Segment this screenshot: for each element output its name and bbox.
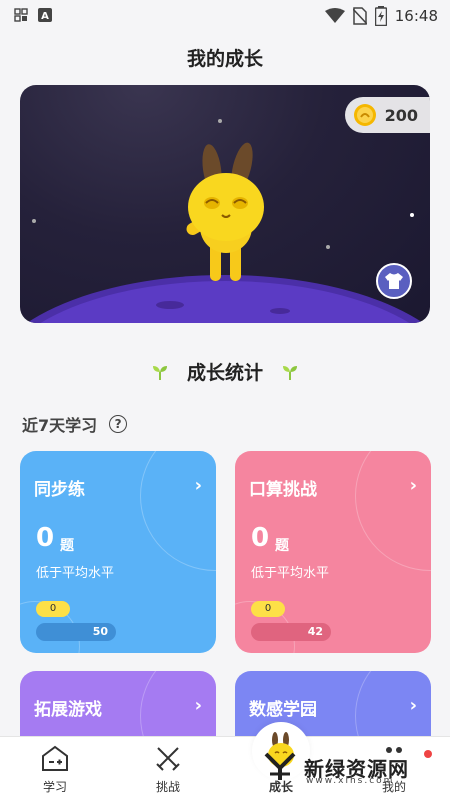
question-count: 0 [36, 523, 55, 553]
tab-label: 学习 [42, 780, 67, 794]
mental-math-card[interactable]: 口算挑战 › 0 题 低于平均水平 0 42 [235, 451, 431, 653]
tab-challenge[interactable]: 挑战 [123, 737, 213, 800]
count-unit: 题 [60, 538, 74, 554]
chevron-right-icon: › [409, 475, 417, 496]
wifi-icon [324, 8, 345, 23]
section-title: 成长统计 [186, 362, 263, 384]
my-score-badge: 0 [36, 601, 70, 617]
hero-banner: 200 [20, 85, 430, 323]
shirt-icon [385, 273, 403, 289]
count-unit: 题 [275, 538, 289, 554]
period-heading: 近7天学习 ? [22, 412, 128, 436]
mascot-icon [186, 142, 264, 281]
level-text: 低于平均水平 [251, 566, 330, 581]
average-score-bar: 50 [36, 623, 116, 641]
help-icon[interactable]: ? [109, 415, 128, 433]
wardrobe-button[interactable] [376, 263, 412, 299]
level-text: 低于平均水平 [36, 566, 115, 581]
watermark: 新绿资源网 www.xlhs.com [264, 752, 409, 786]
grid-notification-icon [14, 8, 28, 22]
period-label: 近7天学习 [22, 416, 98, 435]
growth-stats-heading: 成长统计 [0, 358, 450, 385]
page-title: 我的成长 [186, 48, 263, 70]
chevron-right-icon: › [194, 475, 202, 496]
chevron-right-icon: › [409, 695, 417, 716]
status-bar: A 16:48 [0, 0, 450, 32]
card-title: 口算挑战 [249, 480, 317, 500]
notification-dot [424, 750, 432, 758]
swords-icon [156, 747, 180, 771]
chevron-right-icon: › [194, 695, 202, 716]
battery-icon [374, 6, 387, 26]
question-count: 0 [251, 523, 270, 553]
card-title: 拓展游戏 [34, 700, 102, 720]
card-title: 同步练 [34, 480, 85, 500]
clock-time: 16:48 [394, 7, 438, 25]
a-notification-icon: A [38, 8, 52, 22]
sprout-icon [283, 365, 297, 380]
tab-study[interactable]: 学习 [10, 737, 100, 800]
study-icon [42, 745, 68, 771]
coin-icon [353, 104, 376, 126]
average-score-bar: 42 [251, 623, 331, 641]
tab-label: 挑战 [155, 780, 180, 794]
sprout-icon [152, 365, 167, 380]
watermark-url: www.xlhs.com [306, 776, 395, 786]
my-score-badge: 0 [251, 601, 285, 617]
no-sim-icon [352, 7, 367, 25]
card-title: 数感学园 [249, 700, 317, 720]
svg-text:A: A [41, 11, 49, 22]
coin-count: 200 [384, 105, 418, 125]
watermark-logo-icon [264, 752, 296, 780]
coin-balance[interactable]: 200 [344, 97, 430, 133]
sync-practice-card[interactable]: 同步练 › 0 题 低于平均水平 0 50 [20, 451, 216, 653]
